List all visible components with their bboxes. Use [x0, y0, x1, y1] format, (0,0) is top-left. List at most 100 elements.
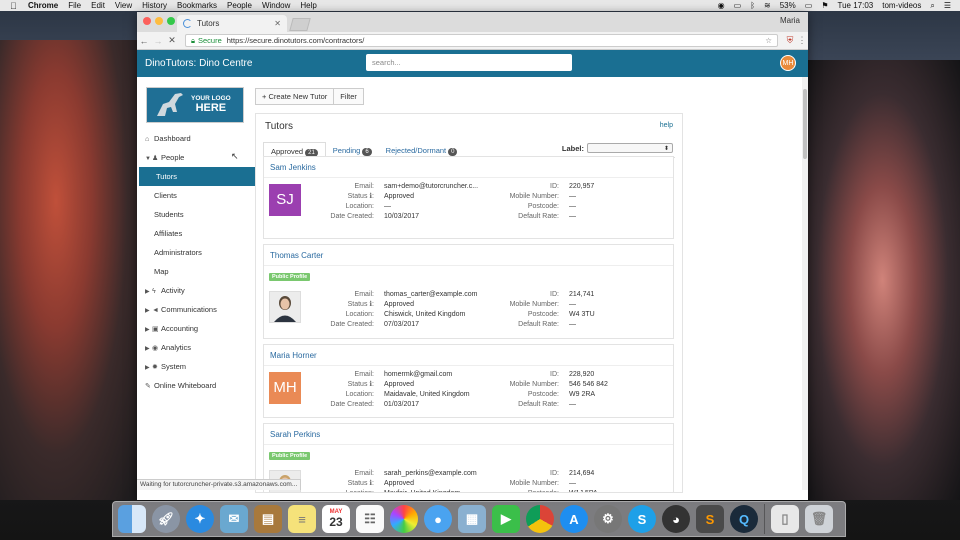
battery-icon[interactable]: ▭ [805, 1, 813, 10]
zoom-window-button[interactable] [167, 17, 175, 25]
notefile-icon[interactable]: ▤ [254, 505, 282, 533]
quicktime-icon[interactable]: Q [730, 505, 758, 533]
page-scrollbar[interactable] [802, 77, 808, 490]
flag-icon[interactable]: ⚑ [821, 1, 828, 10]
menu-edit[interactable]: Edit [91, 1, 105, 10]
label-filter: Label: ⬍ [562, 143, 673, 153]
preview-icon[interactable]: ✉ [220, 505, 248, 533]
calendar-icon[interactable]: MAY 23 [322, 505, 350, 533]
sidebar-nav: ⌂ Dashboard ▼♟ People Tutors Clients Stude… [137, 129, 266, 395]
menu-bookmarks[interactable]: Bookmarks [177, 1, 217, 10]
extension-shield-icon[interactable]: ⛨ [784, 35, 796, 46]
field-label: Default Rate: [518, 213, 559, 220]
wifi-icon[interactable]: ≋ [764, 1, 771, 10]
appstore-icon[interactable]: A [560, 505, 588, 533]
sidebar-item-tutors[interactable]: Tutors [139, 167, 266, 186]
tutor-name-link[interactable]: Sam Jenkins [270, 163, 316, 172]
menu-help[interactable]: Help [300, 1, 316, 10]
menu-chrome[interactable]: Chrome [28, 1, 58, 10]
sidebar-item-dashboard[interactable]: ⌂ Dashboard [137, 129, 257, 148]
chrome-menu-icon[interactable]: ⋮ [796, 35, 808, 46]
help-link[interactable]: help [660, 122, 673, 129]
chrome-icon[interactable] [526, 505, 554, 533]
field-label: Email: [354, 291, 374, 298]
notification-center-icon[interactable]: ☰ [944, 1, 951, 10]
bookmark-star-icon[interactable]: ☆ [765, 36, 772, 45]
field-value-email: homermk@gmail.com [384, 371, 453, 378]
tutor-name-link[interactable]: Thomas Carter [270, 251, 323, 260]
sidebar-item-activity[interactable]: ▶ ϟ Activity [137, 281, 257, 300]
filter-button[interactable]: Filter [334, 88, 364, 105]
sidebar-item-communications[interactable]: ▶ ◄ Communications [137, 300, 257, 319]
close-tab-icon[interactable]: ✕ [274, 19, 281, 28]
scrollbar-thumb[interactable] [803, 89, 807, 159]
search-input[interactable]: search... [366, 54, 572, 71]
menu-file[interactable]: File [68, 1, 81, 10]
sidebar-item-affiliates[interactable]: Affiliates [137, 224, 257, 243]
sidebar-item-administrators[interactable]: Administrators [137, 243, 257, 262]
tab-title: Tutors [197, 19, 220, 28]
facetime-icon[interactable]: ▶ [492, 505, 520, 533]
menubar-username[interactable]: tom-videos [882, 1, 921, 10]
github-icon[interactable]: ◕ [662, 505, 690, 533]
menu-view[interactable]: View [115, 1, 132, 10]
menu-people[interactable]: People [227, 1, 252, 10]
sidebar-item-accounting[interactable]: ▶ ▣ Accounting [137, 319, 257, 338]
browser-tab[interactable]: Tutors ✕ [177, 15, 287, 32]
field-label: Email: [354, 470, 374, 477]
minimize-window-button[interactable] [155, 17, 163, 25]
notes-icon[interactable]: ≡ [288, 505, 316, 533]
sidebar-item-students[interactable]: Students [137, 205, 257, 224]
tab-strip: Tutors ✕ Maria [137, 12, 808, 32]
finder-icon[interactable] [118, 505, 146, 533]
menu-window[interactable]: Window [262, 1, 290, 10]
user-avatar[interactable]: MH [780, 55, 796, 71]
new-tab-button[interactable] [289, 18, 311, 31]
skype-icon[interactable]: S [628, 505, 656, 533]
stop-icon[interactable]: ✕ [165, 35, 179, 46]
sidebar-item-analytics[interactable]: ▶ ◉ Analytics [137, 338, 257, 357]
sidebar-item-map[interactable]: Map [137, 262, 257, 281]
reminders-icon[interactable]: ☷ [356, 505, 384, 533]
url-input[interactable]: 🔒︎ Secure https://secure.dinotutors.com/… [185, 34, 778, 47]
sidebar-item-people[interactable]: ▼♟ People [137, 148, 257, 167]
brand-title[interactable]: DinoTutors: Dino Centre [145, 58, 252, 69]
photos-icon[interactable] [390, 505, 418, 533]
forward-icon[interactable]: → [151, 36, 165, 46]
record-icon[interactable]: ◉ [718, 1, 725, 10]
card-divider [264, 177, 673, 178]
trash-icon[interactable]: 🗑︎ [805, 505, 833, 533]
profile-name[interactable]: Maria [780, 16, 800, 25]
tutor-name-link[interactable]: Maria Horner [270, 351, 317, 360]
apple-icon[interactable]:  [10, 1, 20, 11]
document-icon[interactable]: ▯ [771, 505, 799, 533]
messages-icon[interactable]: ● [424, 505, 452, 533]
spotlight-icon[interactable]: ⌕ [930, 1, 934, 11]
sidebar-item-clients[interactable]: Clients [137, 186, 257, 205]
sidebar-item-system[interactable]: ▶ ✹ System [137, 357, 257, 376]
menu-history[interactable]: History [142, 1, 167, 10]
sidebar-item-online-whiteboard[interactable]: ✎ Online Whiteboard [137, 376, 257, 395]
sublime-icon[interactable]: S [696, 505, 724, 533]
tutor-name-link[interactable]: Sarah Perkins [270, 430, 320, 439]
desktop-wallpaper-left [0, 40, 140, 500]
launchpad-icon[interactable]: 🚀︎ [152, 505, 180, 533]
preview-app-icon[interactable]: ▦ [458, 505, 486, 533]
close-window-button[interactable] [143, 17, 151, 25]
label-filter-label: Label: [561, 143, 584, 153]
company-logo[interactable]: YOUR LOGO HERE [146, 87, 244, 123]
bluetooth-icon[interactable]: ᛒ [750, 1, 755, 10]
field-label: Status ℹ: [347, 381, 374, 388]
safari-icon[interactable]: ✦ [186, 505, 214, 533]
label-select[interactable]: ⬍ [587, 143, 673, 153]
system-prefs-icon[interactable]: ⚙ [594, 505, 622, 533]
screen-icon[interactable]: ▭ [734, 1, 742, 10]
clock[interactable]: Tue 17:03 [837, 1, 873, 10]
pencil-icon: ✎ [145, 383, 151, 390]
back-icon[interactable]: ← [137, 36, 151, 46]
field-value-mobile: — [569, 301, 576, 308]
create-tutor-button[interactable]: + Create New Tutor [255, 88, 335, 105]
field-label: Postcode: [527, 203, 559, 210]
tutor-details-secondary: ID: 228,920 Mobile Number: 546 546 842 Postc… [499, 370, 629, 410]
battery-percent[interactable]: 53% [780, 1, 796, 10]
